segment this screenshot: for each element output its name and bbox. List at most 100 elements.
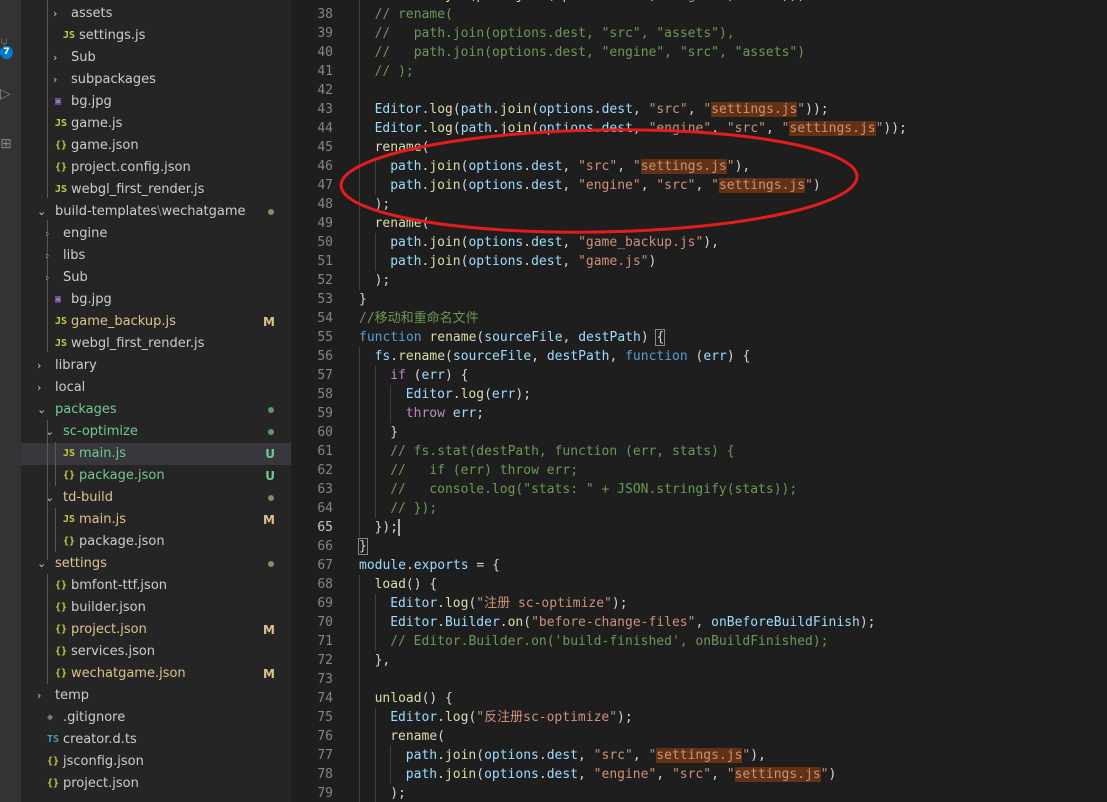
tree-file[interactable]: {} jsconfig.json [21, 751, 291, 773]
chevron-right-icon[interactable]: › [37, 377, 47, 399]
code-line[interactable]: 69 Editor.log("注册 sc-optimize"); [291, 594, 1107, 613]
identifier-token: fs [374, 349, 391, 364]
chevron-down-icon[interactable]: ⌄ [37, 201, 47, 223]
line-number: 70 [317, 615, 333, 630]
tree-folder[interactable]: › local [21, 377, 291, 399]
code-line[interactable]: 56 fs.rename(sourceFile, destPath, functi… [291, 347, 1107, 366]
code-line[interactable]: 60} [291, 423, 1107, 442]
tree-folder[interactable]: ⌄ settings [21, 553, 291, 575]
tree-file[interactable]: {} services.json [21, 641, 291, 663]
code-line[interactable]: 65}); [291, 518, 1107, 537]
tree-file[interactable]: ◆ .gitignore [21, 707, 291, 729]
code-line[interactable]: 49 rename( [291, 214, 1107, 233]
punctuation-token: , [695, 615, 712, 630]
code-line[interactable]: 51 path.join(options.dest, "game.js") [291, 252, 1107, 271]
tree-file[interactable]: {} package.json U [21, 465, 291, 487]
git-status-badge: U [265, 469, 275, 483]
code-line[interactable]: 66} [291, 537, 1107, 556]
code-line[interactable]: 77 path.join(options.dest, "src", "settin… [291, 746, 1107, 765]
code-line[interactable]: 50 path.join(options.dest, "game_backup.j… [291, 233, 1107, 252]
code-line[interactable]: 48); [291, 195, 1107, 214]
code-line[interactable]: 73 [291, 670, 1107, 689]
code-line[interactable]: 63 // console.log("stats: " + JSON.string… [291, 480, 1107, 499]
tree-file[interactable]: JS settings.js [21, 25, 291, 47]
code-line[interactable]: 74 unload() { [291, 689, 1107, 708]
code-line[interactable]: 58 Editor.log(err); [291, 385, 1107, 404]
code-line[interactable]: 39 // path.join(options.dest, "src", "ass… [291, 24, 1107, 43]
chevron-right-icon[interactable]: › [53, 69, 63, 91]
tree-file[interactable]: ▣ bg.jpg [21, 289, 291, 311]
chevron-right-icon[interactable]: › [53, 47, 63, 69]
code-line[interactable]: 55 function rename(sourceFile, destPath) … [291, 328, 1107, 347]
code-line[interactable]: 42 [291, 81, 1107, 100]
chevron-right-icon[interactable]: › [37, 685, 47, 707]
code-line[interactable]: 61 // fs.stat(destPath, function (err, st… [291, 442, 1107, 461]
tree-file[interactable]: JS webgl_first_render.js [21, 333, 291, 355]
indent-guide [359, 5, 360, 24]
code-line[interactable]: 62 // if (err) throw err; [291, 461, 1107, 480]
tree-file[interactable]: {} project.json M [21, 619, 291, 641]
chevron-down-icon[interactable]: ⌄ [37, 399, 47, 421]
indent-guide [374, 708, 376, 727]
tree-file[interactable]: JS main.js M [21, 509, 291, 531]
code-line[interactable]: 64 // }); [291, 499, 1107, 518]
code-line[interactable]: 52); [291, 271, 1107, 290]
indent-guide [374, 252, 376, 271]
chevron-down-icon[interactable]: ⌄ [37, 553, 47, 575]
string-token: "engine" [664, 0, 727, 3]
tree-file[interactable]: {} builder.json [21, 597, 291, 619]
code-line[interactable]: 72}, [291, 651, 1107, 670]
chevron-right-icon[interactable]: › [53, 3, 63, 25]
tree-file[interactable]: JS game.js [21, 113, 291, 135]
code-line[interactable]: 45 rename( [291, 138, 1107, 157]
tree-file[interactable]: {} wechatgame.json M [21, 663, 291, 685]
tree-file[interactable]: JS main.js U [21, 443, 291, 465]
tree-file[interactable]: {} project.json [21, 773, 291, 795]
code-line[interactable]: 76 rename( [291, 727, 1107, 746]
code-line[interactable]: 57 if (err) { [291, 366, 1107, 385]
tree-file[interactable]: {} bmfont-ttf.json [21, 575, 291, 597]
tree-folder[interactable]: ⌄ packages [21, 399, 291, 421]
tree-file[interactable]: JS webgl_first_render.js [21, 179, 291, 201]
extensions-icon[interactable]: ⊞ [0, 136, 21, 152]
code-editor[interactable]: 37fs.mkdirSync(path.join(options.dest, "… [291, 0, 1107, 802]
code-line[interactable]: 46 path.join(options.dest, "src", "settin… [291, 157, 1107, 176]
tree-folder[interactable]: ›Sub [21, 267, 291, 289]
code-line[interactable]: 38 // rename( [291, 5, 1107, 24]
tree-folder[interactable]: › library [21, 355, 291, 377]
punctuation-token: ( [484, 387, 492, 402]
tree-file[interactable]: {} project.config.json [21, 157, 291, 179]
tree-folder[interactable]: ⌄ sc-optimize [21, 421, 291, 443]
code-line[interactable]: 67 module.exports = { [291, 556, 1107, 575]
code-line[interactable]: 59 throw err; [291, 404, 1107, 423]
run-debug-icon[interactable]: ▷ [0, 86, 21, 102]
tree-file[interactable]: TS creator.d.ts [21, 729, 291, 751]
tree-folder[interactable]: › assets [21, 3, 291, 25]
tree-folder[interactable]: ⌄ td-build [21, 487, 291, 509]
code-line[interactable]: 40 // path.join(options.dest, "engine", "… [291, 43, 1107, 62]
tree-folder[interactable]: › subpackages [21, 69, 291, 91]
tree-file[interactable]: {} package.json [21, 531, 291, 553]
code-line[interactable]: 53} [291, 290, 1107, 309]
tree-file[interactable]: JS game_backup.js M [21, 311, 291, 333]
tree-file[interactable]: {} game.json [21, 135, 291, 157]
code-line[interactable]: 78 path.join(options.dest, "engine", "src… [291, 765, 1107, 784]
code-line[interactable]: 47 path.join(options.dest, "engine", "src… [291, 176, 1107, 195]
code-line[interactable]: 70 Editor.Builder.on("before-change-files… [291, 613, 1107, 632]
code-line[interactable]: 75 Editor.log("反注册sc-optimize"); [291, 708, 1107, 727]
tree-folder[interactable]: › temp [21, 685, 291, 707]
code-line[interactable]: 71 // Editor.Builder.on('build-finished',… [291, 632, 1107, 651]
code-line[interactable]: 41 // ); [291, 62, 1107, 81]
chevron-right-icon[interactable]: › [37, 355, 47, 377]
code-line[interactable]: 44 Editor.log(path.join(options.dest, "en… [291, 119, 1107, 138]
tree-folder[interactable]: ⌄ build-templates\wechatgame [21, 201, 291, 223]
line-number: 64 [317, 501, 333, 516]
code-line[interactable]: 54 //移动和重命名文件 [291, 309, 1107, 328]
tree-folder[interactable]: ›libs [21, 245, 291, 267]
code-line[interactable]: 79); [291, 784, 1107, 802]
code-line[interactable]: 68 load() { [291, 575, 1107, 594]
tree-file[interactable]: ▣ bg.jpg [21, 91, 291, 113]
tree-folder[interactable]: ›Sub [21, 47, 291, 69]
code-line[interactable]: 43 Editor.log(path.join(options.dest, "sr… [291, 100, 1107, 119]
tree-folder[interactable]: ›engine [21, 223, 291, 245]
